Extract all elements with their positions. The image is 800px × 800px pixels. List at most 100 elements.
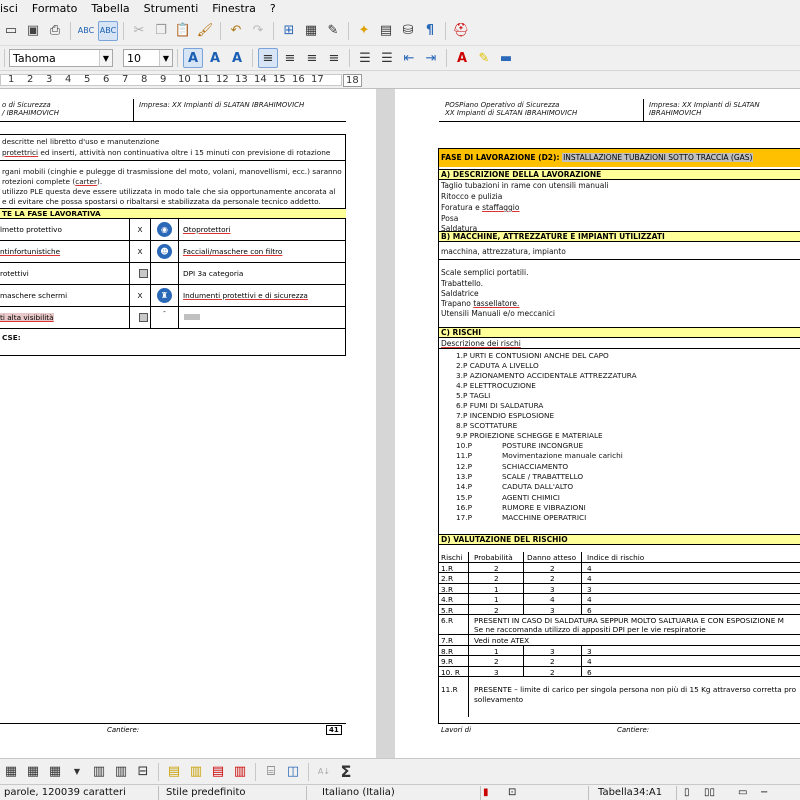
- spellcheck-icon[interactable]: ABC: [76, 21, 96, 41]
- risk-code: 9.P: [456, 431, 468, 440]
- column-header: Probabilità: [474, 553, 513, 562]
- checkbox-icon[interactable]: [138, 269, 148, 278]
- font-color-icon[interactable]: A: [452, 48, 472, 68]
- cell-probability: 2: [494, 574, 499, 583]
- font-size-combo[interactable]: 10 ▼: [123, 49, 173, 67]
- view-multi-icon[interactable]: ▯▯: [704, 787, 715, 798]
- clone-format-icon[interactable]: 🖌: [195, 21, 215, 41]
- navigator-icon[interactable]: ⊞: [279, 21, 299, 41]
- cell-index: 4: [587, 595, 592, 604]
- gallery-icon[interactable]: ▤: [376, 21, 396, 41]
- cut-icon[interactable]: ✂: [129, 21, 149, 41]
- section-header: TE LA FASE LAVORATIVA: [0, 208, 346, 219]
- doc-word: protettrici: [2, 148, 39, 157]
- sum-icon[interactable]: Σ: [336, 762, 356, 782]
- print-icon[interactable]: ⎙: [45, 21, 65, 41]
- cell-damage: 3: [550, 605, 555, 615]
- doc-word: ).: [97, 177, 103, 186]
- chevron-down-icon[interactable]: ▼: [99, 50, 112, 66]
- align-center-icon[interactable]: ≡: [280, 48, 300, 68]
- dpi-row: maschere schermi X ♜ Indumenti protettiv…: [0, 285, 346, 307]
- delete-column-icon[interactable]: ▥: [230, 762, 250, 782]
- zoom-out-icon[interactable]: −: [760, 787, 768, 798]
- dpi-right: Otoprotettori: [183, 225, 231, 234]
- merge-cells-icon[interactable]: ▥: [89, 762, 109, 782]
- menu-help[interactable]: ?: [270, 2, 276, 15]
- risk-item: 14.P CADUTA DALL'ALTO: [456, 482, 573, 491]
- column-rule: [523, 552, 524, 562]
- language[interactable]: Italiano (Italia): [322, 787, 395, 798]
- chevron-down-icon[interactable]: ▼: [67, 762, 87, 782]
- cell-damage: 3: [550, 646, 555, 656]
- doc-line: rotezioni complete (carter).: [2, 177, 102, 186]
- footer-cantiere: Cantiere:: [107, 726, 140, 734]
- bullets-icon[interactable]: ☰: [377, 48, 397, 68]
- risk-item: 5.P TAGLI: [456, 391, 490, 400]
- toolbar-separator: [348, 21, 349, 40]
- increase-indent-icon[interactable]: ⇥: [421, 48, 441, 68]
- draw-functions-icon[interactable]: ✎: [323, 21, 343, 41]
- dpi-left: rotettivi: [0, 269, 29, 278]
- toolbar-separator: [177, 49, 178, 67]
- undo-icon[interactable]: ↶: [226, 21, 246, 41]
- menu-finestra[interactable]: Finestra: [212, 2, 256, 15]
- autospellcheck-icon[interactable]: ABC: [98, 20, 118, 41]
- cell-probability: 1: [494, 584, 499, 594]
- column-rule: [581, 573, 582, 583]
- font-name-combo[interactable]: Tahoma ▼: [9, 49, 113, 67]
- table-row: 11.R PRESENTE – limite di carico per sin…: [439, 677, 800, 717]
- insert-column-icon[interactable]: ▥: [186, 762, 206, 782]
- chevron-down-icon[interactable]: ▼: [159, 50, 172, 66]
- horizontal-ruler[interactable]: 1 2 3 4 5 6 7 8 9 10 11 12 13 14 15 16 1…: [0, 71, 800, 89]
- select-table-icon[interactable]: ⌸: [261, 762, 281, 782]
- table-icon[interactable]: ▦: [301, 21, 321, 41]
- formatting-marks-icon[interactable]: ¶: [420, 21, 440, 41]
- paste-icon[interactable]: 📋: [173, 21, 193, 41]
- sort-icon[interactable]: A↓: [314, 762, 334, 782]
- sparkle-icon[interactable]: ✦: [354, 21, 374, 41]
- align-right-icon[interactable]: ≡: [302, 48, 322, 68]
- menu-formato[interactable]: Formato: [32, 2, 78, 15]
- page-style[interactable]: Stile predefinito: [166, 787, 246, 798]
- help-icon[interactable]: ⛑: [451, 21, 471, 41]
- optimize-icon[interactable]: ⊟: [133, 762, 153, 782]
- table-borders-icon[interactable]: ▦: [23, 762, 43, 782]
- column-rule: [468, 677, 469, 717]
- save-icon[interactable]: ▣: [23, 21, 43, 41]
- view-single-icon[interactable]: ▯: [684, 787, 690, 798]
- insert-mode-icon[interactable]: ▮: [483, 787, 489, 798]
- justify-icon[interactable]: ≡: [324, 48, 344, 68]
- page-right[interactable]: POSPiano Operativo di Sicurezza XX Impia…: [395, 89, 800, 758]
- menu-tabella[interactable]: Tabella: [91, 2, 129, 15]
- select-cell-icon[interactable]: ◫: [283, 762, 303, 782]
- column-rule: [468, 635, 469, 645]
- document-workspace[interactable]: o di Sicurezza / IBRAHIMOVICH Impresa: X…: [0, 89, 800, 758]
- copy-icon[interactable]: ❐: [151, 21, 171, 41]
- shadow-font-icon[interactable]: A: [227, 48, 247, 68]
- menu-strumenti[interactable]: Strumenti: [144, 2, 199, 15]
- numbering-icon[interactable]: ☰: [355, 48, 375, 68]
- highlight-icon[interactable]: ✎: [474, 48, 494, 68]
- view-book-icon[interactable]: ▭: [738, 787, 747, 798]
- page-left[interactable]: o di Sicurezza / IBRAHIMOVICH Impresa: X…: [0, 89, 376, 758]
- table-style-icon[interactable]: ▦: [45, 762, 65, 782]
- cell-index: 3: [587, 646, 592, 656]
- align-left-icon[interactable]: ≡: [258, 48, 278, 68]
- decrease-indent-icon[interactable]: ⇤: [399, 48, 419, 68]
- split-cells-icon[interactable]: ▥: [111, 762, 131, 782]
- menu-inserisci[interactable]: isci: [0, 2, 18, 15]
- table-grid-icon[interactable]: ▦: [1, 762, 21, 782]
- checkbox-icon[interactable]: [138, 313, 148, 322]
- print-preview-icon[interactable]: ▭: [1, 21, 21, 41]
- delete-row-icon[interactable]: ▤: [208, 762, 228, 782]
- redo-icon[interactable]: ↷: [248, 21, 268, 41]
- doc-word: ed inserti, attività non continuativa ol…: [38, 148, 331, 157]
- grow-font-icon[interactable]: A: [183, 48, 203, 68]
- shrink-font-icon[interactable]: A: [205, 48, 225, 68]
- risk-header: Descrizione dei rischi: [441, 339, 521, 348]
- column-rule: [523, 562, 524, 572]
- insert-row-icon[interactable]: ▤: [164, 762, 184, 782]
- background-color-icon[interactable]: ▬: [496, 48, 516, 68]
- datasource-icon[interactable]: ⛁: [398, 21, 418, 41]
- selection-mode-icon[interactable]: ⊡: [508, 787, 516, 798]
